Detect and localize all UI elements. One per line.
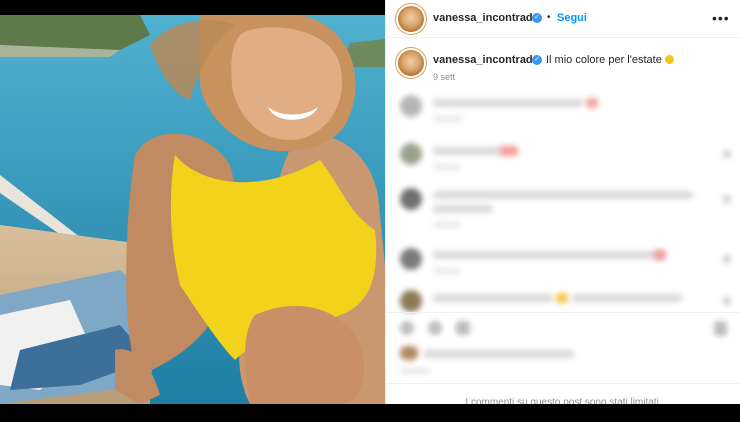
comment-icon[interactable]: [428, 321, 442, 335]
follow-button[interactable]: Segui: [557, 12, 587, 24]
blurred-likes: [424, 350, 574, 358]
blurred-meta: [433, 222, 461, 228]
caption-avatar[interactable]: [398, 50, 424, 76]
post-photo-illustration: [0, 15, 385, 404]
bottom-black-bar: [0, 404, 740, 422]
blurred-emoji: [500, 146, 518, 156]
like-icon[interactable]: [400, 321, 414, 335]
header-separator: •: [547, 12, 551, 23]
comment-avatar: [400, 290, 422, 312]
comment-avatar: [400, 188, 422, 210]
comment-avatar: [400, 143, 422, 165]
share-icon[interactable]: [456, 321, 470, 335]
blurred-like-icon: [723, 150, 731, 158]
blurred-comment: [433, 147, 503, 155]
blurred-emoji: [586, 98, 598, 108]
save-icon[interactable]: [714, 321, 727, 336]
post-side-panel: vanessa_incontrada ✓ • Segui ••• vanessa…: [385, 0, 740, 422]
blurred-date: [400, 368, 430, 374]
blurred-comment: [433, 205, 493, 213]
blurred-comment: [433, 191, 693, 199]
blurred-comment: [433, 99, 583, 107]
verified-badge-icon: ✓: [532, 13, 542, 23]
blurred-comment: [433, 294, 553, 302]
blurred-meta: [433, 164, 461, 170]
caption-time: 9 sett: [433, 72, 456, 82]
comment-avatar: [400, 95, 422, 117]
more-options-icon[interactable]: •••: [712, 10, 730, 26]
blurred-like-icon: [723, 297, 731, 305]
blurred-like-icon: [723, 195, 731, 203]
blurred-comment: [572, 294, 682, 302]
blurred-emoji: [654, 250, 666, 260]
blurred-like-icon: [723, 255, 731, 263]
header-divider: [386, 37, 740, 38]
caption-username[interactable]: vanessa_incontrada: [433, 54, 539, 66]
blurred-meta: [433, 116, 463, 122]
footer-divider: [386, 383, 740, 384]
sun-emoji-icon: [664, 55, 674, 64]
liked-by-avatar: [400, 346, 418, 360]
blurred-meta: [433, 268, 461, 274]
caption-text-row: Il mio colore per l'estate: [546, 54, 674, 66]
caption-text: Il mio colore per l'estate: [546, 54, 662, 66]
header-avatar[interactable]: [398, 6, 424, 32]
header-username[interactable]: vanessa_incontrada: [433, 12, 539, 24]
actions-divider: [386, 312, 740, 313]
comment-avatar: [400, 248, 422, 270]
blurred-comment: [433, 251, 663, 259]
blurred-emoji: [556, 293, 568, 303]
post-photo[interactable]: [0, 15, 385, 404]
caption-verified-icon: ✓: [532, 55, 542, 65]
